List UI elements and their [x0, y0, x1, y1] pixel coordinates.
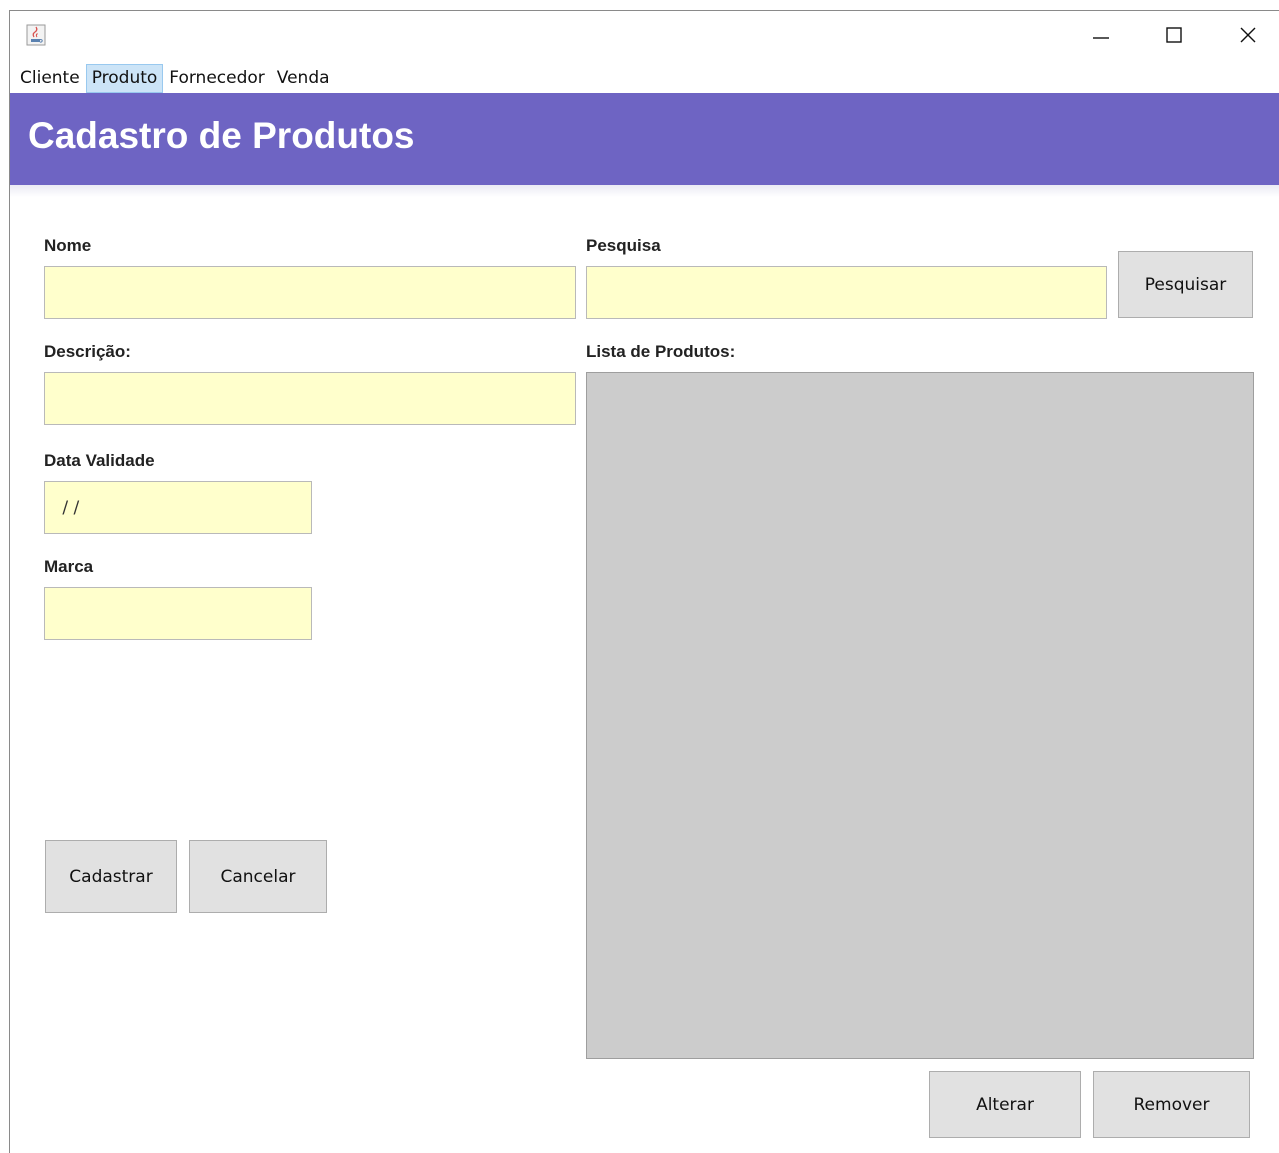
marca-label: Marca [44, 557, 94, 576]
descricao-input[interactable] [44, 372, 576, 425]
validade-label: Data Validade [44, 451, 155, 470]
product-list[interactable] [586, 372, 1254, 1059]
window-border [9, 10, 1279, 11]
close-icon [1238, 25, 1258, 45]
minimize-button[interactable] [1078, 14, 1124, 56]
validade-input[interactable] [44, 481, 312, 534]
menu-venda[interactable]: Venda [271, 64, 336, 93]
pesquisar-button[interactable]: Pesquisar [1118, 251, 1253, 318]
menu-fornecedor[interactable]: Fornecedor [163, 64, 270, 93]
cancelar-button[interactable]: Cancelar [189, 840, 327, 913]
maximize-icon [1164, 25, 1184, 45]
marca-input[interactable] [44, 587, 312, 640]
maximize-button[interactable] [1151, 14, 1197, 56]
java-cup-icon [26, 24, 46, 46]
cadastrar-button[interactable]: Cadastrar [45, 840, 177, 913]
alterar-button[interactable]: Alterar [929, 1071, 1081, 1138]
close-button[interactable] [1225, 14, 1271, 56]
nome-label: Nome [44, 236, 92, 255]
header-shadow [10, 185, 1279, 197]
descricao-label: Descrição: [44, 342, 131, 361]
menu-cliente[interactable]: Cliente [14, 64, 86, 93]
menu-bar: Cliente Produto Fornecedor Venda [14, 63, 336, 93]
pesquisa-label: Pesquisa [586, 236, 661, 255]
search-input[interactable] [586, 266, 1107, 319]
app-window: Cliente Produto Fornecedor Venda Cadastr… [0, 0, 1279, 1153]
lista-label: Lista de Produtos: [586, 342, 736, 361]
page-title: Cadastro de Produtos [28, 115, 415, 156]
remover-button[interactable]: Remover [1093, 1071, 1250, 1138]
minimize-icon [1091, 25, 1111, 45]
nome-input[interactable] [44, 266, 576, 319]
menu-produto[interactable]: Produto [85, 63, 164, 93]
